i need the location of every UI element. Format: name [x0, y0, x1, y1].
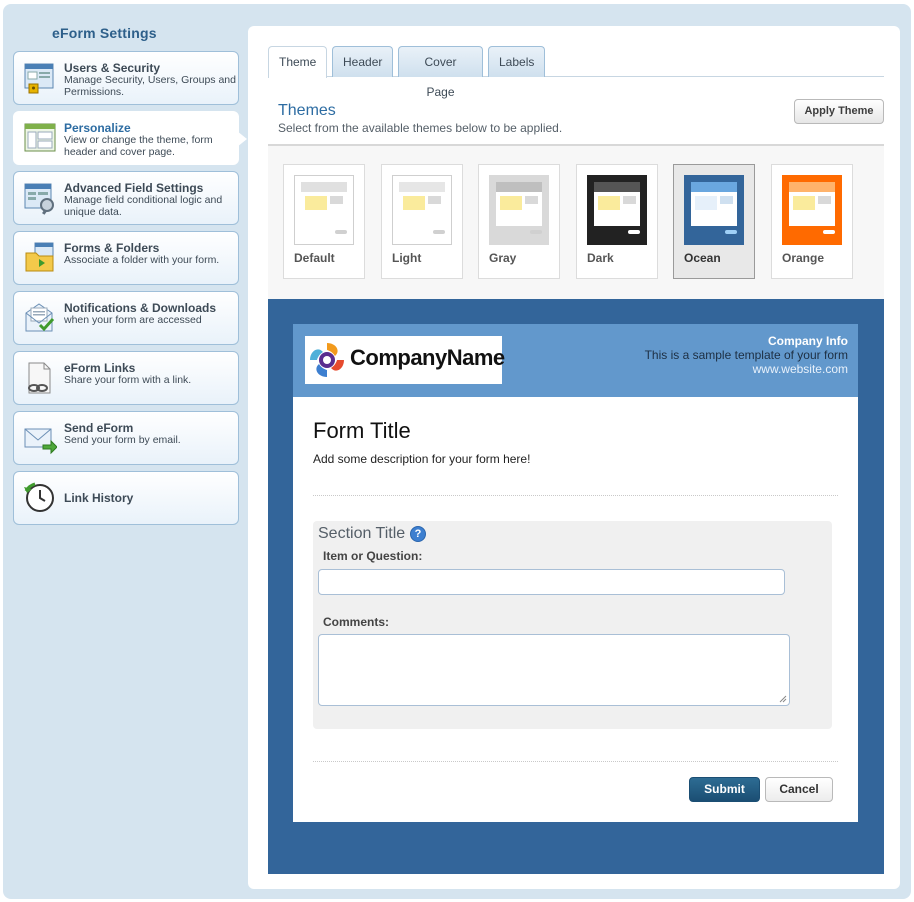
sidebar-item-desc: Associate a folder with your form.: [64, 254, 220, 266]
theme-thumbnail: [294, 175, 354, 245]
sidebar-item-send-eform[interactable]: Send eForm Send your form by email.: [13, 411, 239, 465]
notification-envelope-icon: [25, 303, 55, 332]
cancel-button[interactable]: Cancel: [765, 777, 833, 802]
sidebar-item-label: Notifications & Downloads: [64, 301, 217, 315]
sidebar-item-desc: Manage Security, Users, Groups and Permi…: [64, 74, 236, 98]
theme-option-light[interactable]: Light: [381, 164, 463, 279]
section-title: Section Title: [318, 525, 406, 542]
company-name: CompanyName: [350, 345, 505, 370]
sidebar-item-label: Link History: [64, 491, 134, 505]
sidebar-item-forms-folders[interactable]: Forms & Folders Associate a folder with …: [13, 231, 239, 285]
tab-header[interactable]: Header: [332, 46, 393, 77]
personalize-icon: [24, 123, 56, 152]
apply-theme-button[interactable]: Apply Theme: [794, 99, 884, 124]
users-security-icon: [24, 63, 54, 94]
sidebar-item-desc: View or change the theme, form header an…: [64, 134, 213, 158]
sidebar-item-advanced-field-settings[interactable]: Advanced Field Settings Manage field con…: [13, 171, 239, 225]
sidebar-item-label: Send eForm: [64, 421, 134, 435]
theme-thumbnail: [684, 175, 744, 245]
sidebar-item-personalize[interactable]: Personalize View or change the theme, fo…: [13, 111, 239, 165]
resize-grip-icon[interactable]: [778, 694, 787, 703]
theme-option-label: Default: [294, 251, 335, 265]
item-question-label: Item or Question:: [323, 549, 423, 563]
form-description: Add some description for your form here!: [313, 452, 531, 466]
sidebar-item-desc: Manage field conditional logic and uniqu…: [64, 194, 223, 218]
theme-thumbnail: [782, 175, 842, 245]
company-info-title: Company Info: [768, 334, 848, 348]
tab-cover-page[interactable]: Cover Page: [398, 46, 483, 99]
help-icon[interactable]: ?: [410, 526, 426, 542]
divider: [313, 495, 838, 496]
sidebar-item-label: Forms & Folders: [64, 241, 160, 255]
sidebar-item-label: eForm Links: [64, 361, 136, 375]
sidebar-item-users-security[interactable]: Users & Security Manage Security, Users,…: [13, 51, 239, 105]
active-indicator: [237, 131, 247, 147]
history-clock-icon: [24, 482, 54, 512]
themes-heading: Themes: [278, 102, 336, 119]
theme-option-dark[interactable]: Dark: [576, 164, 658, 279]
send-email-icon: [24, 428, 57, 455]
divider: [313, 761, 838, 762]
tab-theme[interactable]: Theme: [268, 46, 327, 78]
theme-thumbnail: [587, 175, 647, 245]
submit-button[interactable]: Submit: [689, 777, 760, 802]
theme-thumbnail: [489, 175, 549, 245]
advanced-settings-icon: [24, 183, 54, 215]
theme-option-label: Gray: [489, 251, 517, 265]
theme-option-label: Light: [392, 251, 422, 265]
sidebar-item-label: Advanced Field Settings: [64, 181, 204, 195]
comments-textarea[interactable]: [318, 634, 790, 706]
sidebar-item-notifications-downloads[interactable]: Notifications & Downloads when your form…: [13, 291, 239, 345]
company-website: www.website.com: [752, 362, 848, 376]
theme-option-orange[interactable]: Orange: [771, 164, 853, 279]
sidebar-title: eForm Settings: [52, 25, 157, 41]
theme-option-default[interactable]: Default: [283, 164, 365, 279]
company-info-line: This is a sample template of your form: [644, 348, 848, 362]
sidebar-item-label: Users & Security: [64, 61, 161, 75]
form-title: Form Title: [313, 418, 411, 443]
theme-option-label: Dark: [587, 251, 614, 265]
item-question-input[interactable]: [318, 569, 785, 595]
sidebar-item-link-history[interactable]: Link History: [13, 471, 239, 525]
sidebar-item-desc: when your form are accessed: [64, 314, 202, 326]
sidebar-item-eform-links[interactable]: eForm Links Share your form with a link.: [13, 351, 239, 405]
themes-subtitle: Select from the available themes below t…: [278, 121, 563, 135]
company-info: Company Info This is a sample template o…: [645, 334, 848, 376]
logo-mark-icon: [310, 343, 344, 377]
document-link-icon: [28, 362, 51, 394]
theme-option-label: Orange: [782, 251, 825, 265]
theme-option-gray[interactable]: Gray: [478, 164, 560, 279]
sidebar-item-label: Personalize: [64, 121, 131, 135]
theme-thumbnail: [392, 175, 452, 245]
theme-option-label: Ocean: [684, 251, 721, 265]
sidebar-item-desc: Send your form by email.: [64, 434, 181, 446]
tab-labels[interactable]: Labels: [488, 46, 545, 77]
comments-label: Comments:: [323, 615, 390, 629]
theme-option-ocean[interactable]: Ocean: [673, 164, 755, 279]
sidebar-item-desc: Share your form with a link.: [64, 374, 192, 386]
folder-icon: [25, 242, 54, 272]
